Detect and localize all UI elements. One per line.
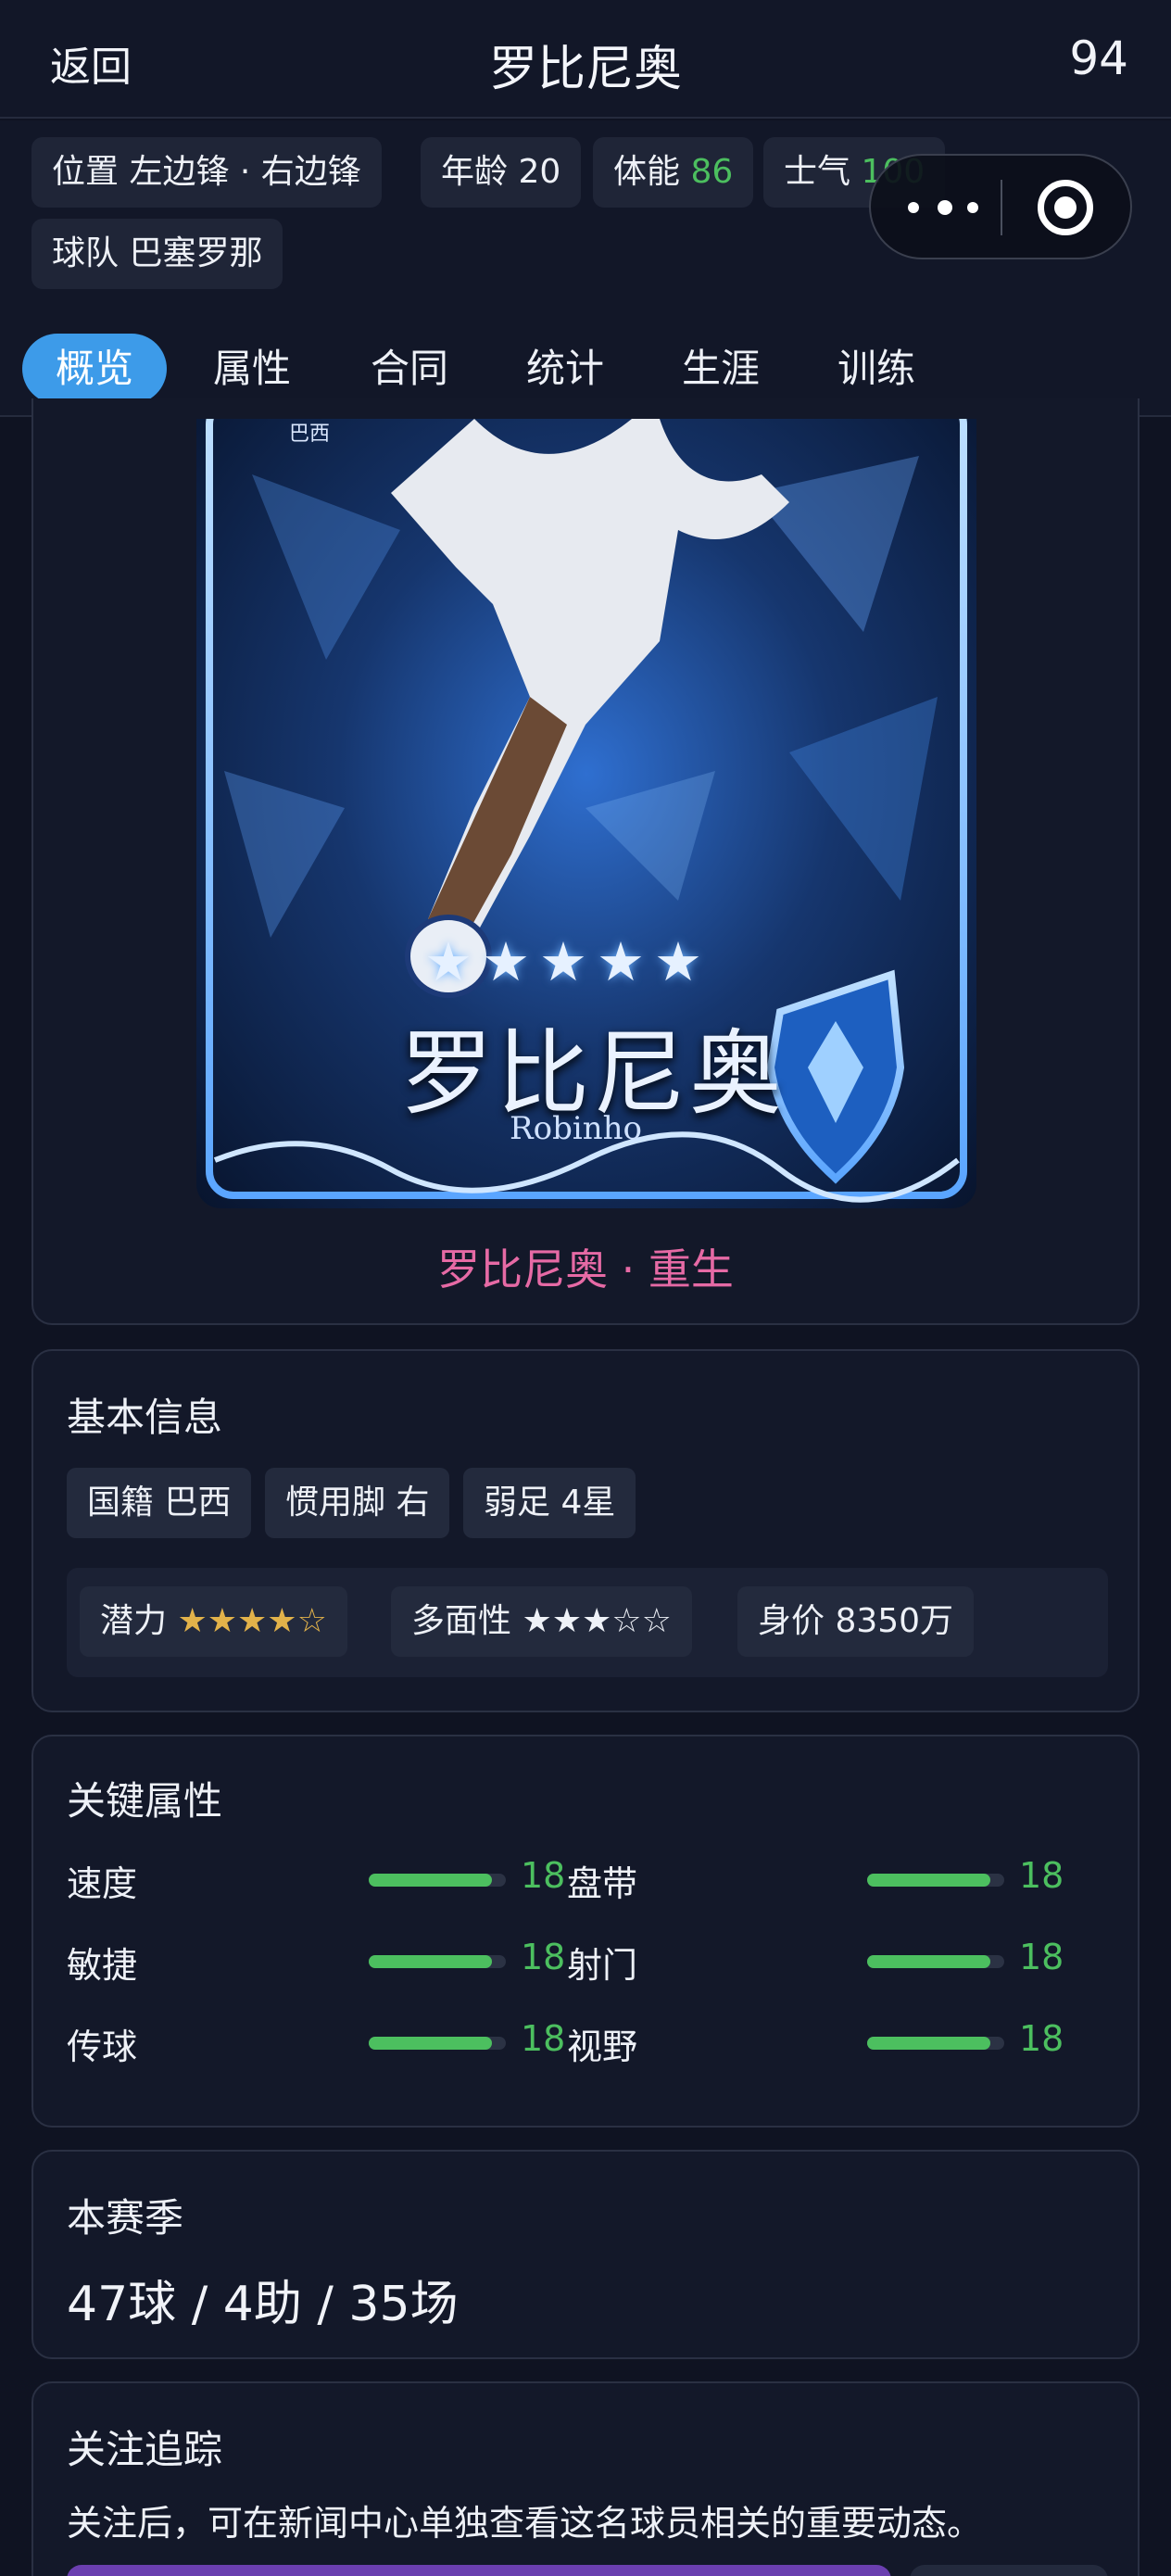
attr-speed-label: 速度 [67,1863,138,1904]
potential-label: 潜力 [100,1602,168,1640]
stamina-chip: 体能 86 [593,137,754,208]
attr-dribbling-value: 18 [1019,1855,1064,1896]
attr-vision-value: 18 [1019,2018,1064,2059]
position-label: 位置 [52,153,120,191]
overall-rating: 94 [1069,32,1128,85]
tab-attributes[interactable]: 属性 [180,334,324,404]
follow-title: 关注追踪 [67,2427,223,2472]
versatility-stars: ★★★☆☆ [522,1602,672,1640]
ratings-panel: 潜力 ★★★★☆ 多面性 ★★★☆☆ 身价 8350万 [67,1568,1108,1677]
attr-vision-label: 视野 [567,2027,638,2067]
stamina-value: 86 [690,153,734,191]
position-value: 左边锋 · 右边锋 [129,153,361,191]
attr-passing-value: 18 [521,2018,566,2059]
attr-agility-value: 18 [521,1937,566,1977]
attr-passing-bar [369,2037,506,2050]
secondary-follow-button[interactable] [910,2565,1108,2576]
market-value-tag: 身价 8350万 [737,1586,975,1657]
attr-speed-value: 18 [521,1855,566,1896]
attr-shooting-label: 射门 [567,1945,638,1986]
position-chip: 位置 左边锋 · 右边锋 [31,137,382,208]
attr-vision-bar [867,2037,1004,2050]
tab-training[interactable]: 训练 [804,334,949,404]
player-card-image: 巴西 ★★★★★ 罗比尼奥 Robinho [196,419,976,1208]
potential-tag: 潜力 ★★★★☆ [80,1586,347,1657]
card-caption: 罗比尼奥 · 重生 [437,1244,734,1294]
attr-dribbling-bar [867,1874,1004,1887]
close-miniprogram-icon[interactable] [1038,180,1093,235]
more-menu-icon[interactable] [908,185,982,230]
versatility-tag: 多面性 ★★★☆☆ [391,1586,692,1657]
team-value: 巴塞罗那 [129,234,263,272]
tab-overview[interactable]: 概览 [22,334,168,404]
card-nationality-tag: 巴西 [289,423,331,446]
nationality-tag: 国籍 巴西 [67,1468,252,1538]
attr-dribbling-label: 盘带 [567,1863,638,1904]
follow-description: 关注后，可在新闻中心单独查看这名球员相关的重要动态。 [67,2503,983,2544]
tab-stats[interactable]: 统计 [493,334,637,404]
stamina-label: 体能 [613,153,681,191]
top-nav-bar: 返回 罗比尼奥 94 [0,0,1171,119]
card-star-rating: ★★★★★ [424,930,711,993]
attr-agility-bar [369,1955,506,1968]
versatility-label: 多面性 [411,1602,512,1640]
age-chip: 年龄 20 [421,137,582,208]
age-value: 20 [518,153,561,191]
potential-stars: ★★★★☆ [177,1602,327,1640]
team-chip: 球队 巴塞罗那 [31,219,283,289]
page-title: 罗比尼奥 [488,42,682,97]
attr-shooting-bar [867,1955,1004,1968]
tab-career[interactable]: 生涯 [648,334,793,404]
basic-info-title: 基本信息 [67,1395,223,1440]
weak-foot-tag: 弱足 4星 [463,1468,636,1538]
season-title: 本赛季 [67,2195,184,2241]
card-player-name-en: Robinho [510,1110,642,1147]
key-attributes-title: 关键属性 [67,1778,223,1824]
team-label: 球队 [52,234,120,272]
follow-card: 关注追踪 关注后，可在新闻中心单独查看这名球员相关的重要动态。 [31,2381,1140,2576]
attr-passing-label: 传球 [67,2027,138,2067]
preferred-foot-tag: 惯用脚 右 [265,1468,450,1538]
morale-label: 士气 [784,153,851,191]
capsule-divider [1001,180,1002,235]
season-summary: 47球 / 4助 / 35场 [67,2277,459,2332]
basic-info-card: 基本信息 国籍 巴西 惯用脚 右 弱足 4星 潜力 ★★★★☆ 多面性 ★★★☆… [31,1349,1140,1712]
follow-button[interactable] [67,2565,891,2576]
attr-shooting-value: 18 [1019,1937,1064,1977]
tab-contract[interactable]: 合同 [337,334,482,404]
attr-agility-label: 敏捷 [67,1945,138,1986]
miniprogram-capsule [869,154,1132,259]
age-label: 年龄 [441,153,509,191]
attr-speed-bar [369,1874,506,1887]
key-attributes-card: 关键属性 速度 18 盘带 18 敏捷 18 射门 18 传球 18 视野 18 [31,1735,1140,2128]
season-card: 本赛季 47球 / 4助 / 35场 [31,2150,1140,2359]
